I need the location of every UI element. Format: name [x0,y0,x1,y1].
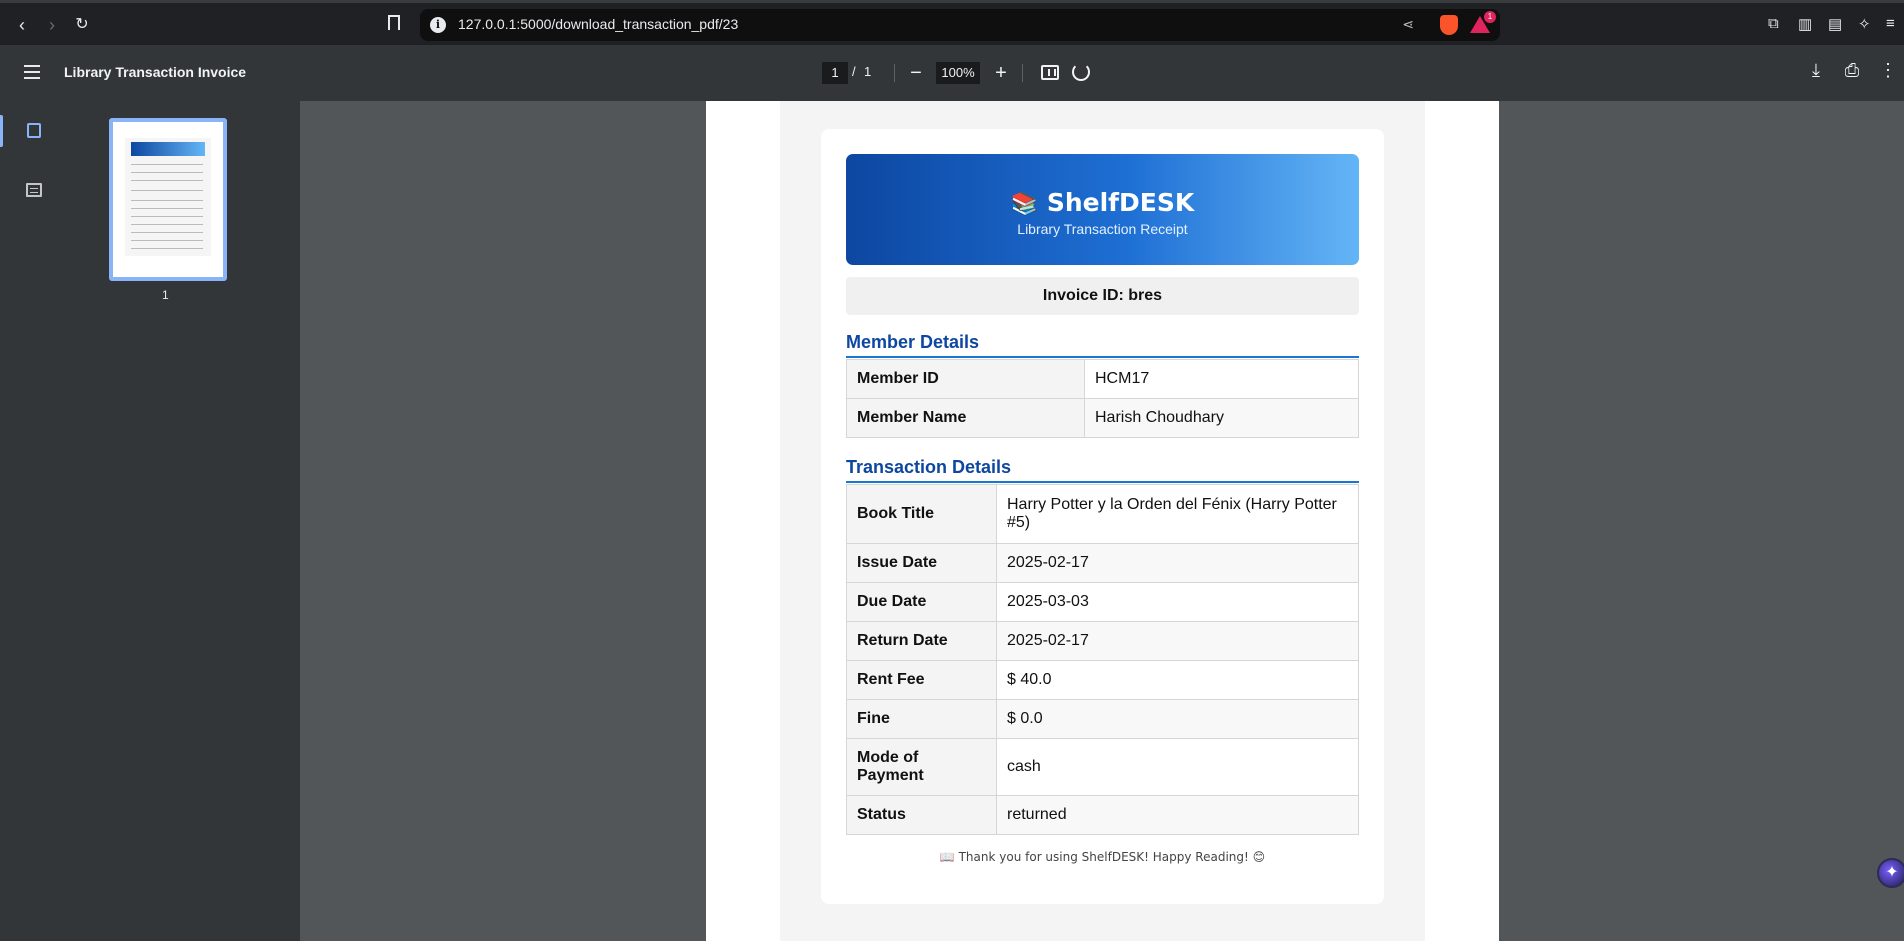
pdf-toolbar: Library Transaction Invoice 1 / 1 − 100%… [0,45,1904,101]
table-key: Rent Fee [846,660,997,700]
table-row: Status returned [846,795,1359,835]
thumbnail-line [131,224,203,225]
table-key: Issue Date [846,543,997,583]
site-info-icon[interactable]: i [430,17,446,33]
brand-name: ShelfDESK [1046,188,1195,217]
table-value: HCM17 [1084,359,1359,399]
print-icon[interactable]: ⎙ [1840,60,1864,81]
thumbnail-page-number: 1 [162,288,169,302]
address-bar[interactable]: i 127.0.0.1:5000/download_transaction_pd… [420,9,1500,41]
table-value: 2025-02-17 [996,543,1359,583]
table-key: Mode of Payment [846,738,997,796]
table-value: returned [996,795,1359,835]
table-key: Member ID [846,359,1085,399]
bookmark-icon[interactable] [388,15,400,30]
leo-ai-icon[interactable]: ✧ [1858,15,1871,33]
thumbnail-line [131,164,203,165]
sidebar-toggle-icon[interactable]: ▥ [1798,15,1812,33]
table-row: Rent Fee $ 40.0 [846,660,1359,700]
toolbar-divider [1022,64,1023,82]
thumbnail-line [131,172,203,173]
ai-assistant-icon[interactable]: ✦ [1877,858,1904,888]
page-separator: / [852,64,856,79]
table-value: $ 40.0 [996,660,1359,700]
document-title: Library Transaction Invoice [64,64,247,80]
table-row: Mode of Payment cash [846,738,1359,796]
member-section-title: Member Details [846,332,1359,358]
table-row: Return Date 2025-02-17 [846,621,1359,661]
thumbnail-line [131,208,203,209]
table-value: cash [996,738,1359,796]
url-text[interactable]: 127.0.0.1:5000/download_transaction_pdf/… [458,16,738,32]
zoom-out-icon[interactable]: − [903,60,929,86]
page-body: 📚 ShelfDESK Library Transaction Receipt … [780,101,1425,941]
wallet-icon[interactable]: ▤ [1828,15,1842,33]
transaction-table: Book Title Harry Potter y la Orden del F… [846,484,1359,835]
browser-bar: ‹ › ↻ i 127.0.0.1:5000/download_transact… [0,0,1904,45]
zoom-in-icon[interactable]: + [988,60,1014,86]
table-key: Book Title [846,484,997,544]
table-value: 2025-02-17 [996,621,1359,661]
books-emoji-icon: 📚 [1010,192,1039,217]
active-indicator [0,115,3,147]
more-menu-icon[interactable]: ≡ [1886,15,1895,32]
thumbnail-line [131,180,203,181]
table-value: 2025-03-03 [996,582,1359,622]
receipt-card: 📚 ShelfDESK Library Transaction Receipt … [821,129,1384,904]
pdf-viewer[interactable]: 📚 ShelfDESK Library Transaction Receipt … [300,101,1904,941]
table-value: Harish Choudhary [1084,398,1359,438]
transaction-section-title: Transaction Details [846,457,1359,483]
download-icon[interactable]: ⤓ [1804,60,1828,81]
table-key: Status [846,795,997,835]
page-number-input[interactable]: 1 [822,62,848,84]
thumbnails-icon[interactable] [27,123,41,138]
thank-you-note: 📖 Thank you for using ShelfDESK! Happy R… [939,850,1266,864]
brand-title: 📚 ShelfDESK [846,188,1359,217]
thumbnail-line [131,232,203,233]
table-row: Member ID HCM17 [846,359,1359,399]
thumbnail-sidebar: 1 [0,101,300,941]
receipt-header: 📚 ShelfDESK Library Transaction Receipt [846,154,1359,265]
table-row: Due Date 2025-03-03 [846,582,1359,622]
brave-shields-icon[interactable] [1440,15,1458,35]
table-row: Book Title Harry Potter y la Orden del F… [846,484,1359,544]
receipt-subtitle: Library Transaction Receipt [1017,221,1188,237]
table-value: $ 0.0 [996,699,1359,739]
thumbnail-line [131,200,203,201]
table-key: Return Date [846,621,997,661]
table-row: Issue Date 2025-02-17 [846,543,1359,583]
thumbnail-banner [131,142,205,156]
forward-icon[interactable]: › [40,13,64,37]
reload-icon[interactable]: ↻ [70,13,94,37]
zoom-input[interactable]: 100% [936,62,980,84]
page-total: 1 [864,64,872,79]
table-key: Due Date [846,582,997,622]
thumbnail-line [131,216,203,217]
rotate-icon[interactable] [1072,63,1090,81]
table-row: Fine $ 0.0 [846,699,1359,739]
page-thumbnail[interactable] [109,118,227,281]
pdf-page: 📚 ShelfDESK Library Transaction Receipt … [706,101,1499,941]
table-key: Member Name [846,398,1085,438]
member-table: Member ID HCM17 Member Name Harish Choud… [846,359,1359,438]
thumbnail-line [131,248,203,249]
table-value: Harry Potter y la Orden del Fénix (Harry… [996,484,1359,544]
fit-to-page-icon[interactable] [1041,65,1059,80]
outline-icon[interactable] [26,183,42,197]
thumbnail-preview [125,138,211,256]
share-icon[interactable]: ⋖ [1402,16,1414,33]
invoice-id: Invoice ID: bres [846,277,1359,315]
rewards-badge: 1 [1484,11,1496,23]
thumbnail-line [131,190,203,191]
table-row: Member Name Harish Choudhary [846,398,1359,438]
toolbar-divider [894,64,895,82]
thumbnail-line [131,240,203,241]
table-key: Fine [846,699,997,739]
more-options-icon[interactable]: ⋮ [1876,60,1900,81]
back-icon[interactable]: ‹ [10,13,34,37]
menu-icon[interactable] [24,65,40,79]
extensions-icon[interactable]: ⧉ [1768,15,1779,32]
